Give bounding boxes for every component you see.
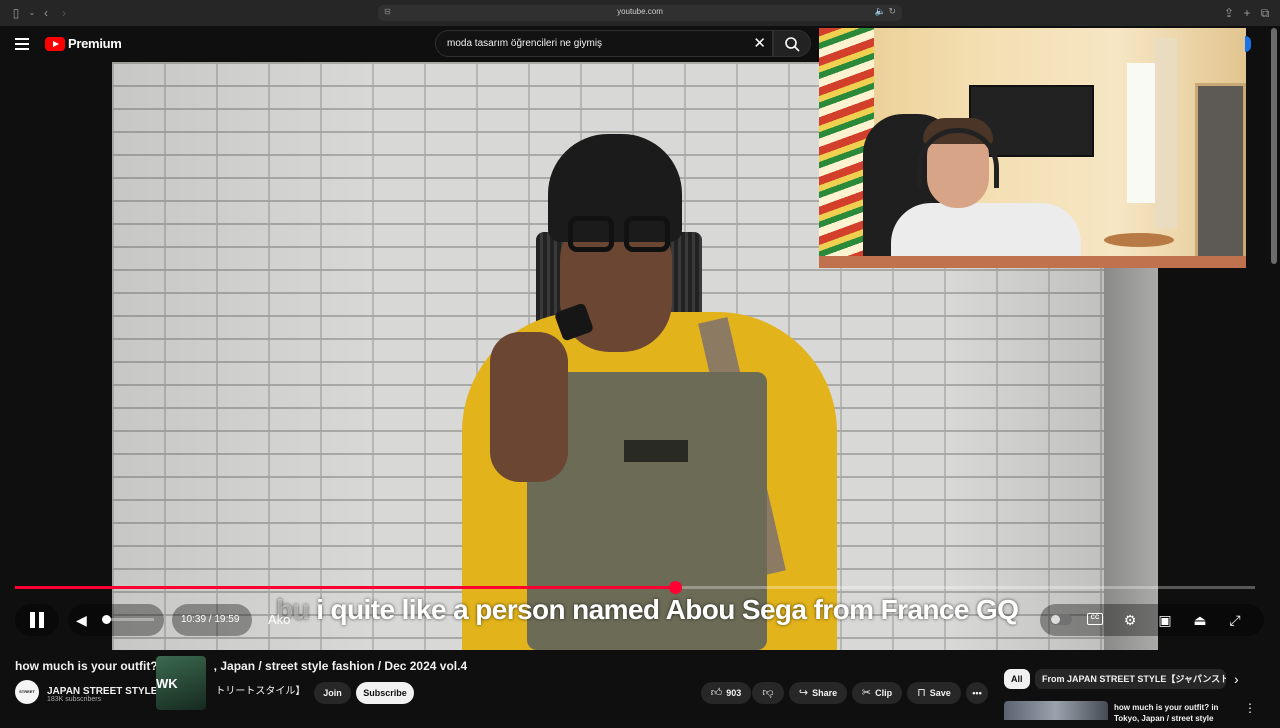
autoplay-toggle[interactable] <box>1050 614 1072 625</box>
video-pocket <box>624 440 688 462</box>
back-icon[interactable]: ‹ <box>38 5 54 21</box>
video-bag-strap <box>698 316 786 578</box>
share-page-icon[interactable]: ⇪ <box>1221 5 1237 21</box>
save-button[interactable]: ⊓ Save <box>907 682 961 704</box>
chevron-right-icon[interactable]: › <box>1234 671 1239 687</box>
miniplayer-icon[interactable]: ▣ <box>1156 611 1174 629</box>
subscriber-count: 183K subscribers <box>47 696 102 703</box>
side-table <box>1104 233 1174 247</box>
join-button[interactable]: Join <box>314 682 351 704</box>
curtain <box>1155 38 1177 228</box>
rug <box>819 256 1246 268</box>
forward-icon[interactable]: › <box>56 5 72 21</box>
thumbs-up-icon: 👍︎ <box>710 687 723 699</box>
volume-knob[interactable] <box>102 615 111 624</box>
more-actions-button[interactable]: ••• <box>966 682 988 704</box>
search-query: moda tasarım öğrencileri ne giymiş <box>447 38 603 49</box>
chip-from-channel[interactable]: From JAPAN STREET STYLE【ジャパンストリ <box>1035 669 1226 689</box>
chip-all[interactable]: All <box>1004 669 1030 689</box>
more-vertical-icon[interactable]: ⋮ <box>1244 701 1256 715</box>
scrubber-handle[interactable] <box>668 581 682 594</box>
share-button[interactable]: ↪ Share <box>789 682 847 704</box>
video-arm <box>490 332 568 482</box>
recommended-title[interactable]: how much is your outfit? in Tokyo, Japan… <box>1114 702 1230 724</box>
like-count: 903 <box>726 688 742 698</box>
window <box>1127 63 1155 203</box>
url-text: youtube.com <box>617 7 663 16</box>
video-title-right: , Japan / street style fashion / Dec 202… <box>213 659 468 673</box>
video-beanie <box>548 134 682 242</box>
search-icon <box>785 37 800 52</box>
thumbnail-text: WK <box>156 676 178 691</box>
address-bar[interactable]: ⊟ youtube.com 🔈 ↻ <box>378 5 902 21</box>
sidebar-toggle-icon[interactable]: ▯ <box>8 5 24 21</box>
save-label: Save <box>929 688 951 698</box>
settings-gear-icon[interactable]: ⚙ <box>1121 611 1139 629</box>
youtube-play-icon <box>45 36 65 51</box>
reload-icon[interactable]: 🔈 ↻ <box>875 6 896 17</box>
progress-played <box>15 586 675 589</box>
logo-text: Premium <box>68 36 122 51</box>
time-display: 10:39 / 19:59 <box>181 614 240 625</box>
scissors-icon: ✂ <box>861 687 872 699</box>
page-scrollbar[interactable] <box>1271 28 1277 264</box>
video-title-left: how much is your outfit? <box>15 659 158 673</box>
channel-avatar[interactable]: STREET STYLE <box>15 680 39 718</box>
share-icon: ↪ <box>798 687 809 699</box>
mirror <box>1195 83 1246 263</box>
video-title: how much is your outfit? , Japan / street… <box>15 659 467 673</box>
airplay-icon[interactable]: ⏏ <box>1191 611 1209 629</box>
share-label: Share <box>812 688 838 698</box>
video-face <box>560 212 672 352</box>
clip-label: Clip <box>875 688 893 698</box>
pause-button[interactable] <box>30 612 46 628</box>
webcam-overlay <box>819 28 1246 268</box>
menu-icon[interactable] <box>15 38 29 50</box>
new-tab-icon[interactable]: + <box>1239 5 1255 21</box>
more-icon: ••• <box>972 688 982 698</box>
like-button[interactable]: 👍︎ 903 <box>701 682 751 704</box>
dislike-button[interactable]: 👎︎ <box>752 682 784 704</box>
captions-button[interactable]: CC <box>1087 613 1103 625</box>
caption-text: i quite like a person named Abou Sega fr… <box>309 594 1019 625</box>
clip-button[interactable]: ✂ Clip <box>852 682 902 704</box>
bookmark-icon: ⊓ <box>917 687 926 699</box>
search-input[interactable]: moda tasarım öğrencileri ne giymiş ✕ <box>435 30 773 57</box>
progress-bar[interactable] <box>15 581 1255 594</box>
subscribe-button[interactable]: Subscribe <box>356 682 414 704</box>
search-button[interactable] <box>773 30 811 57</box>
end-screen-thumbnail[interactable]: WK <box>156 656 206 710</box>
fullscreen-icon[interactable]: ⤢ <box>1226 611 1244 629</box>
channel-name-suffix: トリートスタイル】 <box>215 686 306 697</box>
browser-toolbar: ▯ ⌄ ‹ › ⊟ youtube.com 🔈 ↻ ⇪ + ⧉ <box>0 0 1280 26</box>
subtitle-caption: bu i quite like a person named Abou Sega… <box>276 594 1019 626</box>
video-microphone <box>553 302 595 342</box>
tab-overview-icon[interactable]: ⧉ <box>1257 5 1273 21</box>
thumbs-down-icon: 👎︎ <box>762 687 774 699</box>
volume-slider[interactable] <box>104 618 154 621</box>
video-hair-left <box>536 232 570 432</box>
youtube-logo[interactable]: Premium <box>45 36 122 51</box>
recommended-thumbnail[interactable] <box>1004 701 1108 720</box>
clear-search-icon[interactable]: ✕ <box>753 34 766 52</box>
volume-icon[interactable]: ◀ <box>76 612 87 629</box>
video-glasses <box>568 216 674 254</box>
chapter-title[interactable]: Ako <box>268 612 290 627</box>
video-pillar <box>1104 262 1158 650</box>
video-hair-right <box>660 232 702 432</box>
